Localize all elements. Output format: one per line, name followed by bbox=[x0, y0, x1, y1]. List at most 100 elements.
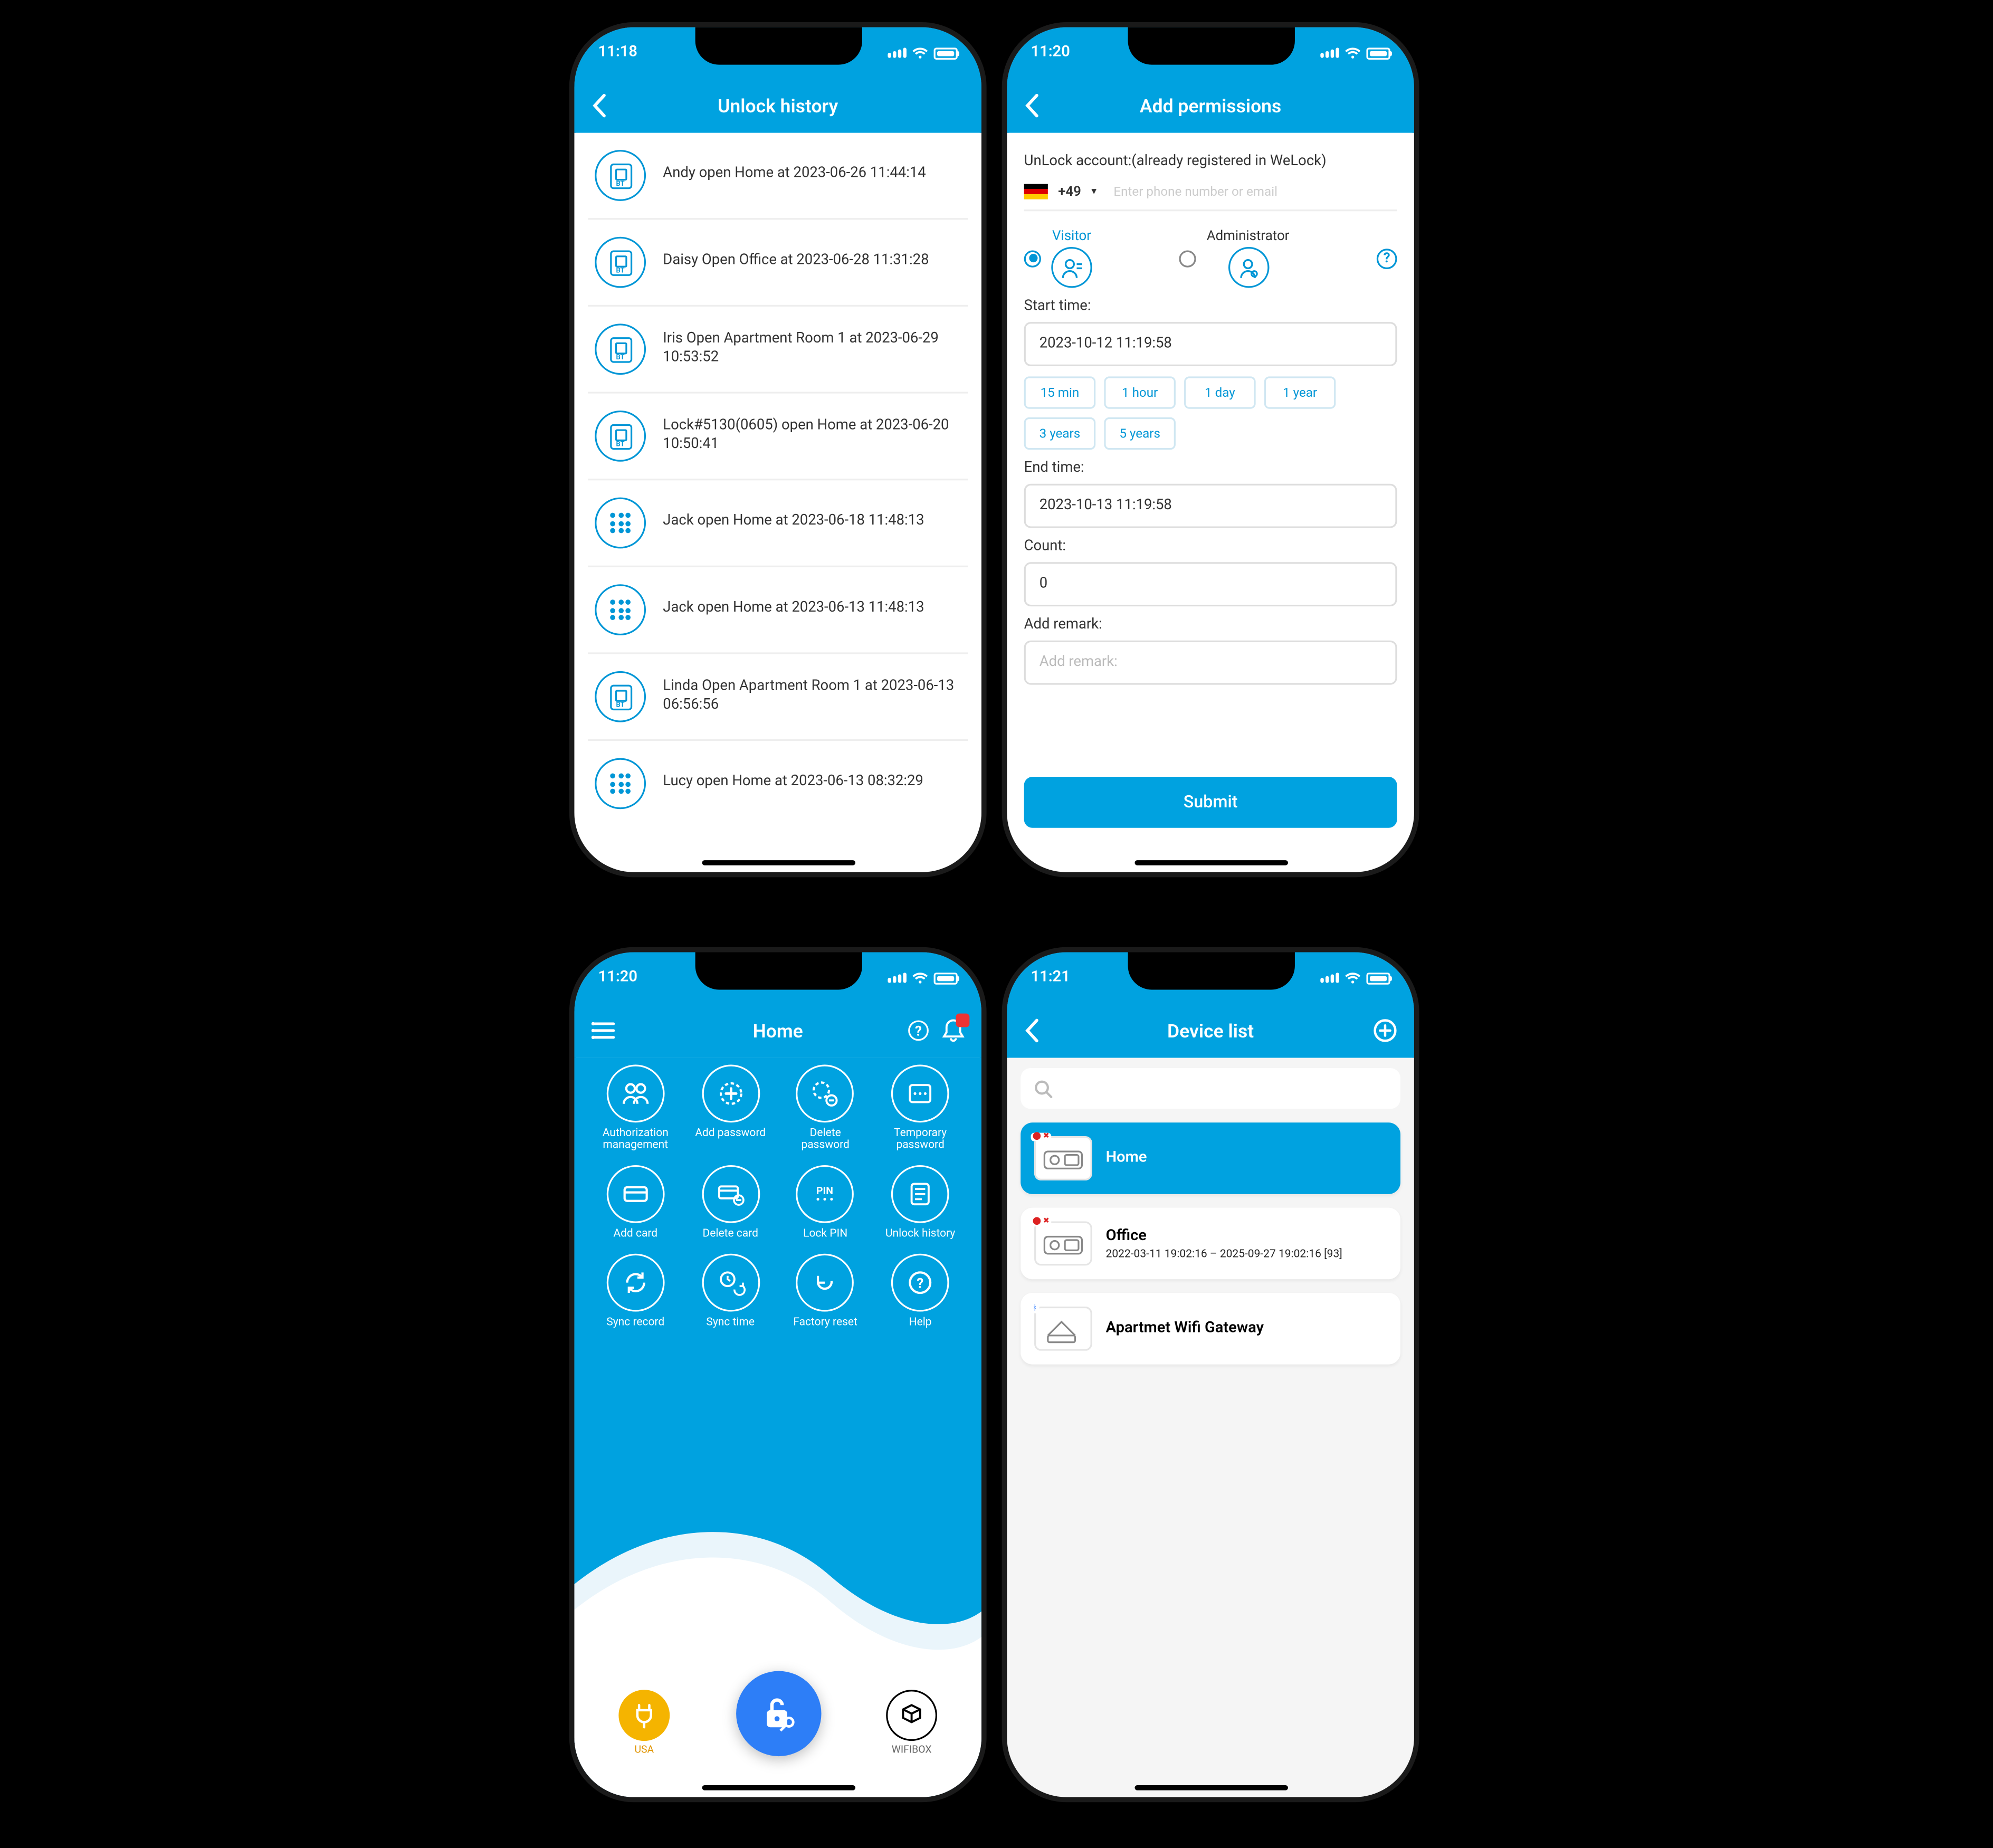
phone-add-permissions: 11:20 ✈ Add permissions UnLock account:(… bbox=[1002, 22, 1419, 877]
page-title: Add permissions bbox=[1139, 94, 1281, 117]
end-time-field[interactable]: 2023-10-13 11:19:58 bbox=[1024, 484, 1397, 528]
home-indicator bbox=[701, 860, 854, 865]
wifi-icon bbox=[911, 971, 928, 985]
device-card[interactable]: ⬤ ✖ Office 2022-03-11 19:02:16 – 2025-09-2… bbox=[1021, 1208, 1400, 1280]
end-time-label: End time: bbox=[1024, 460, 1397, 477]
feature-auth[interactable]: Authorization management bbox=[591, 1065, 679, 1152]
keypad-icon bbox=[595, 498, 646, 549]
device-thumb: ⬤ ✖ bbox=[1034, 1136, 1092, 1180]
wifibox-icon bbox=[886, 1690, 937, 1741]
count-field[interactable]: 0 bbox=[1024, 562, 1397, 606]
history-text: Lucy open Home at 2023-06-13 08:32:29 bbox=[663, 774, 923, 793]
synctime-icon bbox=[701, 1254, 759, 1312]
visitor-icon bbox=[1051, 247, 1092, 288]
history-row[interactable]: Linda Open Apartment Room 1 at 2023-06-1… bbox=[588, 654, 968, 741]
reset-icon bbox=[796, 1254, 854, 1312]
bluetooth-badge-icon: ᚼ bbox=[1031, 1303, 1038, 1313]
feature-label: Sync time bbox=[706, 1318, 755, 1330]
history-row[interactable]: Jack open Home at 2023-06-18 11:48:13 bbox=[588, 480, 968, 567]
feature-label: Delete password bbox=[784, 1128, 866, 1152]
feature-addcard[interactable]: Add card bbox=[591, 1166, 679, 1241]
home-indicator bbox=[701, 1784, 854, 1790]
signal-icon bbox=[888, 47, 907, 58]
duration-chip[interactable]: 1 day bbox=[1184, 376, 1256, 408]
history-row[interactable]: Iris Open Apartment Room 1 at 2023-06-29… bbox=[588, 307, 968, 394]
back-button[interactable] bbox=[1024, 1003, 1039, 1058]
submit-button[interactable]: Submit bbox=[1024, 777, 1397, 828]
chevron-left-icon bbox=[1024, 94, 1039, 118]
battery-icon bbox=[1366, 972, 1390, 984]
back-button[interactable] bbox=[1024, 78, 1039, 132]
feature-addpwd[interactable]: Add password bbox=[686, 1065, 774, 1152]
plus-circle-icon bbox=[1373, 1018, 1397, 1042]
bottom-bar: USA WIFIBOX bbox=[574, 1671, 981, 1756]
signal-icon bbox=[1320, 973, 1339, 983]
history-row[interactable]: Daisy Open Office at 2023-06-28 11:31:28 bbox=[588, 220, 968, 307]
search-input[interactable] bbox=[1021, 1068, 1400, 1109]
bottom-left-label: USA bbox=[634, 1744, 654, 1756]
svg-text:PIN: PIN bbox=[817, 1185, 834, 1197]
device-icon bbox=[595, 150, 646, 201]
add-button[interactable] bbox=[1373, 1003, 1397, 1058]
admin-icon bbox=[1227, 247, 1268, 288]
help-button[interactable]: ? bbox=[908, 1021, 929, 1041]
device-list: ⬤ ✖Home⬤ ✖Office2022-03-11 19:02:16 – 20… bbox=[1021, 1122, 1400, 1364]
notch bbox=[694, 952, 861, 989]
alert-badge-icon: ⬤ ✖ bbox=[1031, 1218, 1051, 1226]
role-admin-label: Administrator bbox=[1206, 228, 1289, 244]
duration-chip[interactable]: 1 year bbox=[1264, 376, 1336, 408]
role-admin[interactable]: Administrator bbox=[1179, 228, 1289, 288]
chevron-left-icon bbox=[1024, 1018, 1039, 1042]
duration-chip[interactable]: 15 min bbox=[1024, 376, 1095, 408]
phone-home: 11:20 ✈ Home ? bbox=[569, 947, 986, 1802]
nav-bar: Home ? bbox=[574, 1003, 981, 1058]
feature-syncrec[interactable]: Sync record bbox=[591, 1254, 679, 1329]
feature-label: Unlock history bbox=[885, 1228, 955, 1241]
device-thumb: ᚼ bbox=[1034, 1307, 1092, 1351]
start-time-field[interactable]: 2023-10-12 11:19:58 bbox=[1024, 322, 1397, 366]
device-card[interactable]: ⬤ ✖Home bbox=[1021, 1122, 1400, 1194]
remark-field[interactable]: Add remark: bbox=[1024, 641, 1397, 685]
duration-chip[interactable]: 1 hour bbox=[1104, 376, 1176, 408]
country-code: +49 bbox=[1058, 184, 1081, 199]
battery-icon bbox=[933, 47, 957, 59]
feature-help[interactable]: ?Help bbox=[876, 1254, 964, 1329]
history-list[interactable]: Andy open Home at 2023-06-26 11:44:14Dai… bbox=[574, 133, 981, 826]
feature-delpwd[interactable]: Delete password bbox=[781, 1065, 869, 1152]
feature-reset[interactable]: Factory reset bbox=[781, 1254, 869, 1329]
feature-delcard[interactable]: Delete card bbox=[686, 1166, 774, 1241]
back-button[interactable] bbox=[591, 78, 606, 132]
history-row[interactable]: Lock#5130(0605) open Home at 2023-06-20 … bbox=[588, 394, 968, 481]
unlock-button[interactable] bbox=[735, 1671, 820, 1756]
duration-chip[interactable]: 3 years bbox=[1024, 417, 1095, 450]
signal-icon bbox=[1320, 47, 1339, 58]
plug-icon bbox=[618, 1690, 670, 1741]
feature-synctime[interactable]: Sync time bbox=[686, 1254, 774, 1329]
feature-label: Help bbox=[909, 1318, 931, 1330]
device-sub: 2022-03-11 19:02:16 – 2025-09-27 19:02:1… bbox=[1105, 1246, 1342, 1260]
duration-chip[interactable]: 5 years bbox=[1104, 417, 1176, 450]
feature-temppwd[interactable]: Temporary password bbox=[876, 1065, 964, 1152]
role-visitor[interactable]: Visitor bbox=[1024, 228, 1092, 288]
battery-icon bbox=[933, 972, 957, 984]
status-time: 11:20 bbox=[598, 969, 637, 986]
history-row[interactable]: Andy open Home at 2023-06-26 11:44:14 bbox=[588, 133, 968, 220]
bottom-right-button[interactable]: WIFIBOX bbox=[886, 1690, 937, 1756]
device-name: Office bbox=[1105, 1227, 1342, 1244]
radio-on-icon bbox=[1024, 250, 1041, 266]
history-row[interactable]: Jack open Home at 2023-06-13 11:48:13 bbox=[588, 567, 968, 654]
device-thumb: ⬤ ✖ bbox=[1034, 1221, 1092, 1265]
feature-history[interactable]: Unlock history bbox=[876, 1166, 964, 1241]
device-card[interactable]: ᚼApartmet Wifi Gateway bbox=[1021, 1293, 1400, 1365]
notification-button[interactable] bbox=[942, 1018, 964, 1042]
feature-lockpin[interactable]: PINLock PIN bbox=[781, 1166, 869, 1241]
history-row[interactable]: Lucy open Home at 2023-06-13 08:32:29 bbox=[588, 741, 968, 826]
help-icon[interactable]: ? bbox=[1376, 248, 1397, 269]
flag-icon bbox=[1024, 184, 1047, 199]
status-time: 11:21 bbox=[1031, 969, 1070, 986]
phone-input[interactable]: Enter phone number or email bbox=[1113, 184, 1277, 199]
menu-button[interactable] bbox=[591, 1003, 615, 1058]
country-selector[interactable]: +49 ▾ Enter phone number or email bbox=[1024, 177, 1397, 212]
bottom-left-button[interactable]: USA bbox=[618, 1690, 670, 1756]
feature-label: Delete card bbox=[702, 1228, 758, 1241]
